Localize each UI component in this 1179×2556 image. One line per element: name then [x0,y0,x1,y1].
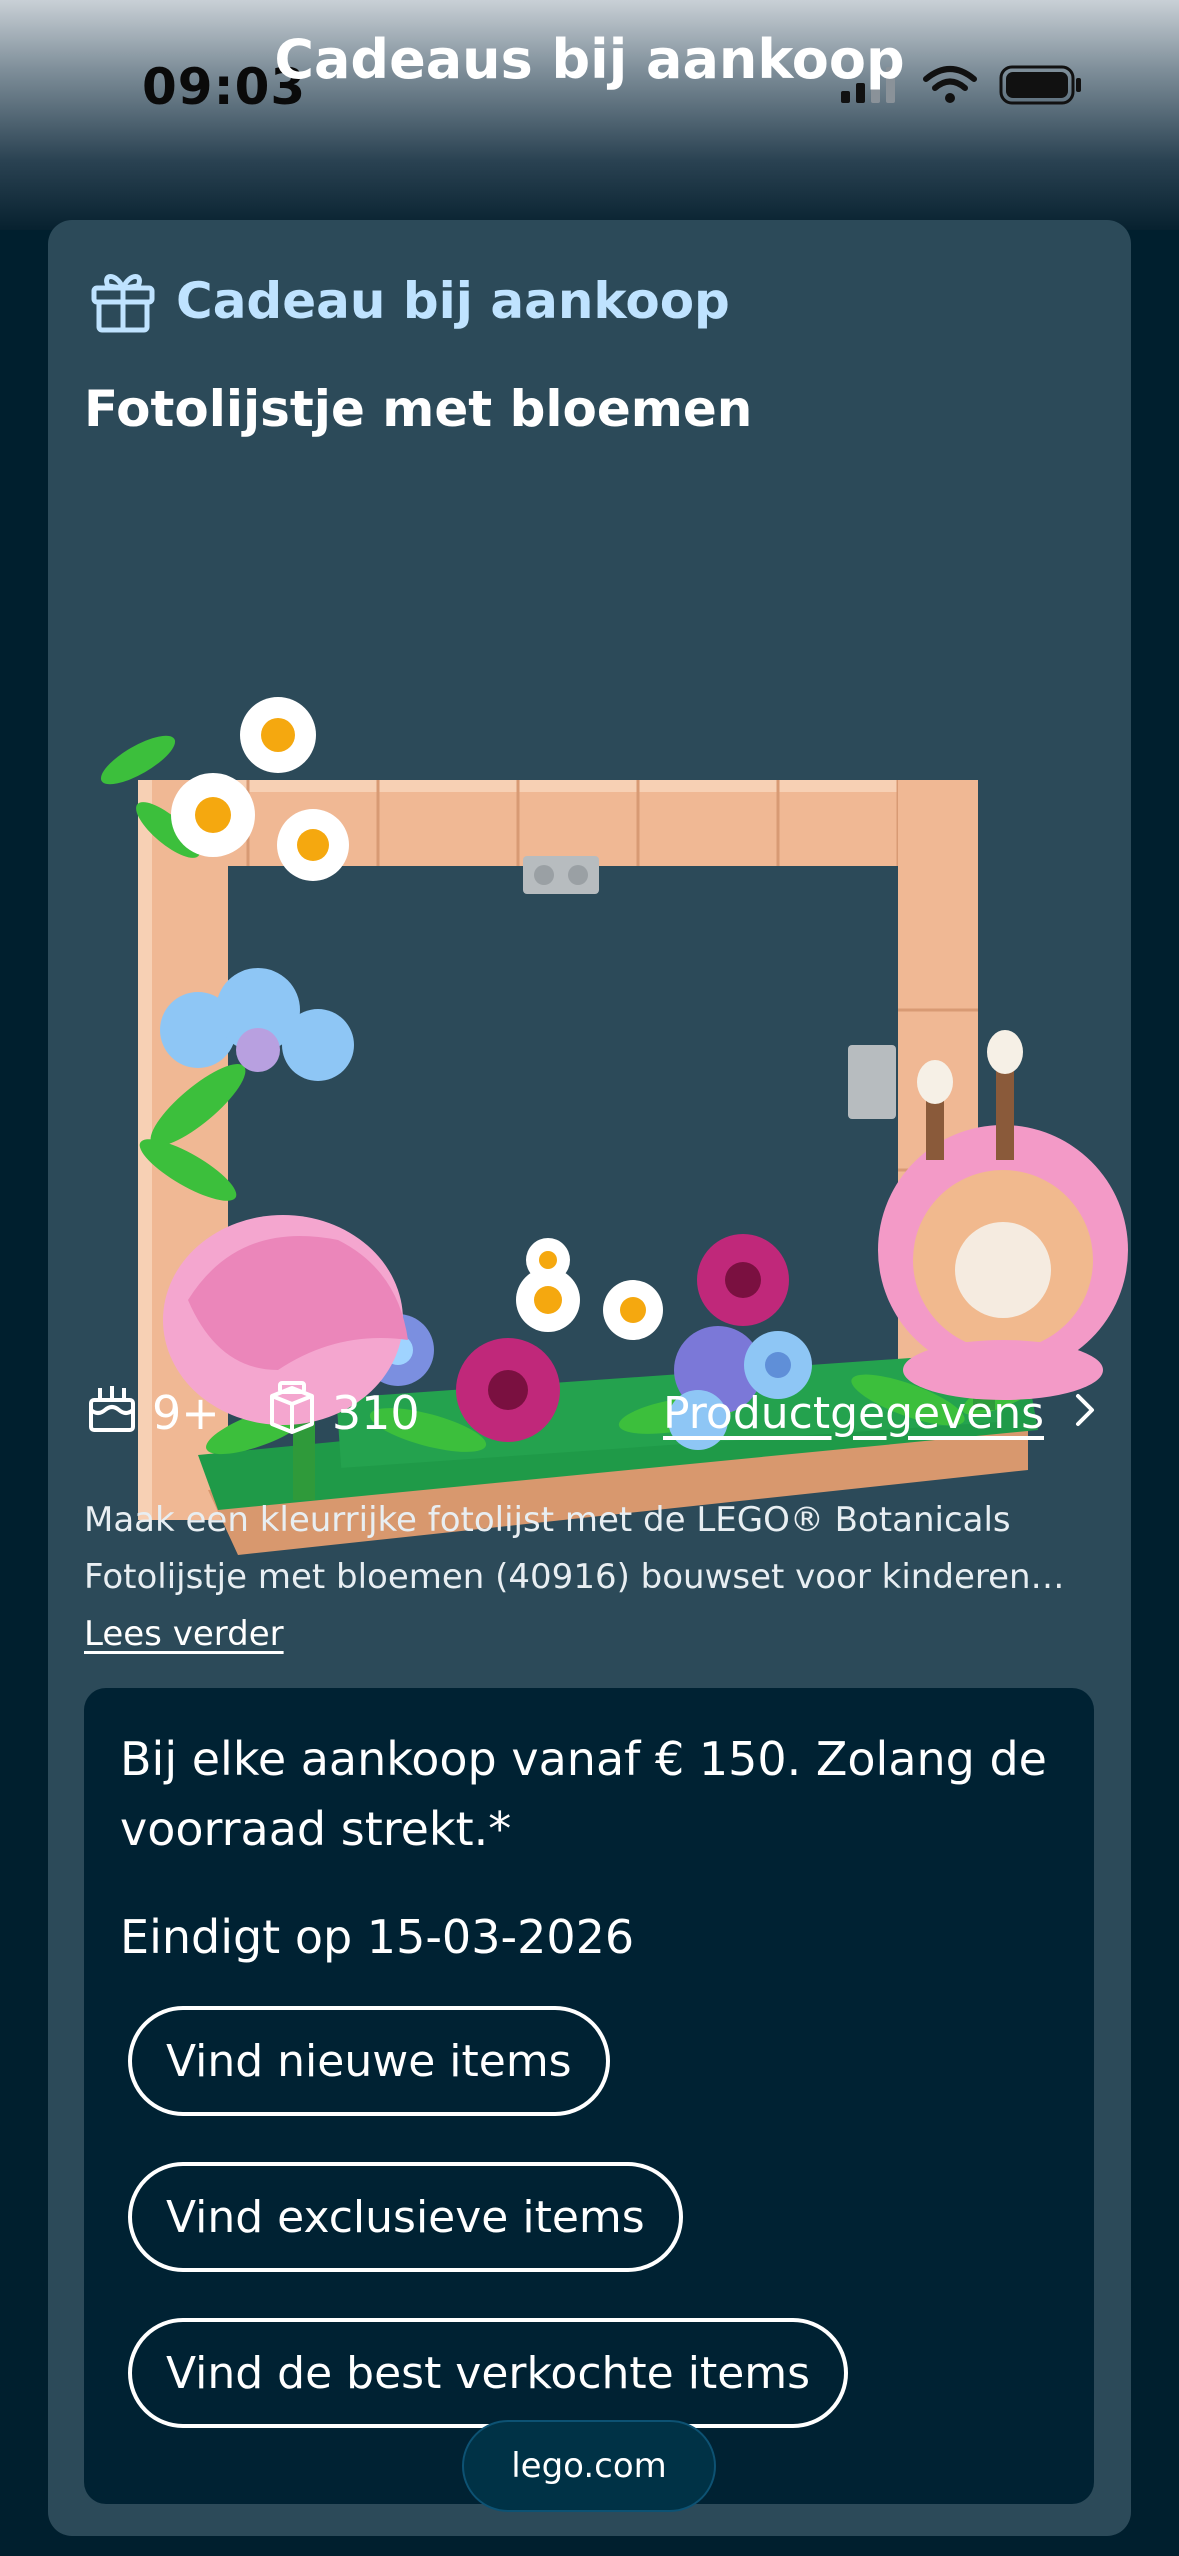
pieces-spec: 310 [266,1380,420,1447]
birthday-cake-icon [86,1382,138,1445]
gift-icon [88,264,158,338]
age-spec: 9+ [86,1382,220,1445]
brick-icon [266,1380,318,1447]
product-details-label: Productgegevens [663,1387,1044,1439]
find-bestsellers-button[interactable]: Vind de best verkochte items [128,2318,849,2428]
description-text: Maak een kleurrijke fotolijst met de LEG… [84,1500,1065,1597]
gift-label: Cadeau bij aankoop [176,272,730,330]
gift-header: Cadeau bij aankoop [88,264,730,338]
browser-url-pill[interactable]: lego.com [462,2420,716,2512]
specs-row: 9+ 310 Productgegevens [86,1378,1096,1448]
find-exclusive-items-button[interactable]: Vind exclusieve items [128,2162,683,2272]
product-description: Maak een kleurrijke fotolijst met de LEG… [84,1492,1094,1663]
read-more-link[interactable]: Lees verder [84,1606,284,1663]
product-details-link[interactable]: Productgegevens [663,1388,1096,1439]
status-bar: 09:03 Cadeaus bij aankoop [0,0,1179,170]
chevron-right-icon [1074,1388,1096,1439]
pieces-value: 310 [331,1386,420,1440]
find-new-items-button[interactable]: Vind nieuwe items [128,2006,610,2116]
age-value: 9+ [152,1386,220,1440]
promo-box: Bij elke aankoop vanaf € 150. Zolang de … [84,1688,1094,2504]
gift-card: Cadeau bij aankoop Fotolijstje met bloem… [48,220,1131,2536]
promo-end-date: Eindigt op 15-03-2026 [120,1910,635,1964]
promo-conditions: Bij elke aankoop vanaf € 150. Zolang de … [120,1732,1047,1856]
product-title: Fotolijstje met bloemen [84,380,753,438]
page-title: Cadeaus bij aankoop [274,28,905,91]
